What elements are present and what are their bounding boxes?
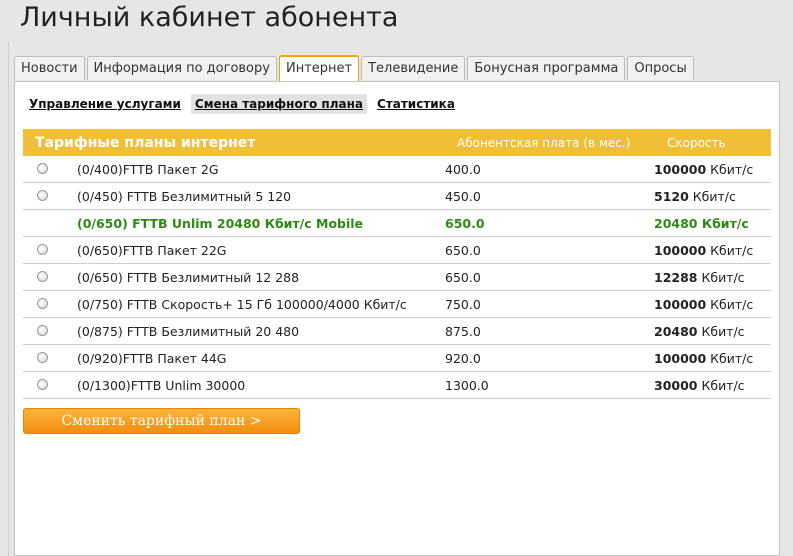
change-tariff-button[interactable]: Сменить тарифный план > xyxy=(23,408,300,434)
tariff-speed: 100000 Кбит/с xyxy=(654,162,753,177)
tariff-name: (0/400)FTTB Пакет 2G xyxy=(77,161,219,177)
subnav-change-tariff[interactable]: Смена тарифного плана xyxy=(190,94,367,114)
table-row: (0/750) FTTB Скорость+ 15 Гб 100000/4000… xyxy=(23,291,771,318)
tariff-radio[interactable] xyxy=(37,244,48,255)
table-row: (0/1300)FTTB Unlim 30000 1300.0 30000 Кб… xyxy=(23,372,771,399)
table-row: (0/875) FTTB Безлимитный 20 480 875.0 20… xyxy=(23,318,771,345)
page-title: Личный кабинет абонента xyxy=(20,2,399,33)
speed-unit: Кбит/с xyxy=(710,242,754,258)
tariff-fee: 650.0 xyxy=(445,242,481,258)
table-row-current: (0/650) FTTB Unlim 20480 Кбит/с Mobile 6… xyxy=(23,210,771,237)
speed-value: 100000 xyxy=(654,350,707,366)
table-row: (0/920)FTTB Пакет 44G 920.0 100000 Кбит/… xyxy=(23,345,771,372)
speed-unit: Кбит/с xyxy=(710,296,754,312)
speed-value: 12288 xyxy=(654,269,698,285)
speed-unit: Кбит/с xyxy=(710,161,754,177)
tariff-radio[interactable] xyxy=(37,163,48,174)
subnav-manage-services[interactable]: Управление услугами xyxy=(29,94,185,114)
speed-value: 20480 xyxy=(654,215,698,231)
tariff-fee: 750.0 xyxy=(445,296,481,312)
speed-value: 30000 xyxy=(654,377,698,393)
table-row: (0/650) FTTB Безлимитный 12 288 650.0 12… xyxy=(23,264,771,291)
speed-value: 100000 xyxy=(654,242,707,258)
tab-television[interactable]: Телевидение xyxy=(361,56,466,80)
tariff-radio[interactable] xyxy=(37,352,48,363)
tariff-name: (0/875) FTTB Безлимитный 20 480 xyxy=(77,323,300,339)
speed-unit: Кбит/с xyxy=(701,215,749,231)
speed-unit: Кбит/с xyxy=(701,377,745,393)
tariff-name: (0/650) FTTB Unlim 20480 Кбит/с Mobile xyxy=(77,215,364,231)
tariff-fee: 920.0 xyxy=(445,350,481,366)
header-name: Тарифные планы интернет xyxy=(35,134,256,151)
tariff-speed: 100000 Кбит/с xyxy=(654,297,753,312)
table-row: (0/450) FTTB Безлимитный 5 120 450.0 512… xyxy=(23,183,771,210)
tariff-name: (0/650)FTTB Пакет 22G xyxy=(77,242,227,258)
tariff-name: (0/650) FTTB Безлимитный 12 288 xyxy=(77,269,300,285)
tariff-name: (0/750) FTTB Скорость+ 15 Гб 100000/4000… xyxy=(77,296,407,312)
main-tabs: Новости Информация по договору Интернет … xyxy=(14,55,696,81)
tariff-speed: 100000 Кбит/с xyxy=(654,243,753,258)
tariff-fee: 450.0 xyxy=(445,188,481,204)
tariff-speed: 30000 Кбит/с xyxy=(654,378,745,393)
speed-value: 100000 xyxy=(654,296,707,312)
tariff-fee: 875.0 xyxy=(445,323,481,339)
tariff-speed: 12288 Кбит/с xyxy=(654,270,745,285)
tariff-radio[interactable] xyxy=(37,379,48,390)
subnav-statistics[interactable]: Статистика xyxy=(373,94,459,114)
tariff-radio[interactable] xyxy=(37,298,48,309)
tariff-name: (0/1300)FTTB Unlim 30000 xyxy=(77,377,246,393)
speed-unit: Кбит/с xyxy=(701,323,745,339)
speed-value: 20480 xyxy=(654,323,698,339)
tariff-fee: 400.0 xyxy=(445,161,481,177)
speed-unit: Кбит/с xyxy=(692,188,736,204)
tab-surveys[interactable]: Опросы xyxy=(627,56,694,80)
tariff-speed: 100000 Кбит/с xyxy=(654,351,753,366)
tariff-table: Тарифные планы интернет Абонентская плат… xyxy=(23,129,771,399)
speed-unit: Кбит/с xyxy=(701,269,745,285)
tariff-radio[interactable] xyxy=(37,190,48,201)
tab-bonus-program[interactable]: Бонусная программа xyxy=(467,56,626,80)
tariff-speed: 20480 Кбит/с xyxy=(654,324,745,339)
content-panel: Управление услугами Смена тарифного план… xyxy=(14,81,780,556)
table-row: (0/650)FTTB Пакет 22G 650.0 100000 Кбит/… xyxy=(23,237,771,264)
tariff-radio[interactable] xyxy=(37,271,48,282)
header-fee: Абонентская плата (в мес.) xyxy=(457,135,631,150)
tab-internet[interactable]: Интернет xyxy=(278,55,360,81)
speed-value: 5120 xyxy=(654,188,689,204)
tariff-speed: 20480 Кбит/с xyxy=(654,216,749,231)
tariff-name: (0/450) FTTB Безлимитный 5 120 xyxy=(77,188,292,204)
header-speed: Скорость xyxy=(667,135,726,150)
tab-contract-info[interactable]: Информация по договору xyxy=(86,56,277,80)
left-divider xyxy=(8,42,9,556)
speed-unit: Кбит/с xyxy=(710,350,754,366)
tariff-fee: 650.0 xyxy=(445,215,485,231)
table-header: Тарифные планы интернет Абонентская плат… xyxy=(23,129,771,156)
table-row: (0/400)FTTB Пакет 2G 400.0 100000 Кбит/с xyxy=(23,156,771,183)
tariff-fee: 1300.0 xyxy=(445,377,489,393)
tab-news[interactable]: Новости xyxy=(14,56,85,80)
sub-navigation: Управление услугами Смена тарифного план… xyxy=(29,94,465,114)
tariff-radio[interactable] xyxy=(37,325,48,336)
tariff-speed: 5120 Кбит/с xyxy=(654,189,736,204)
tariff-name: (0/920)FTTB Пакет 44G xyxy=(77,350,227,366)
tariff-fee: 650.0 xyxy=(445,269,481,285)
speed-value: 100000 xyxy=(654,161,707,177)
